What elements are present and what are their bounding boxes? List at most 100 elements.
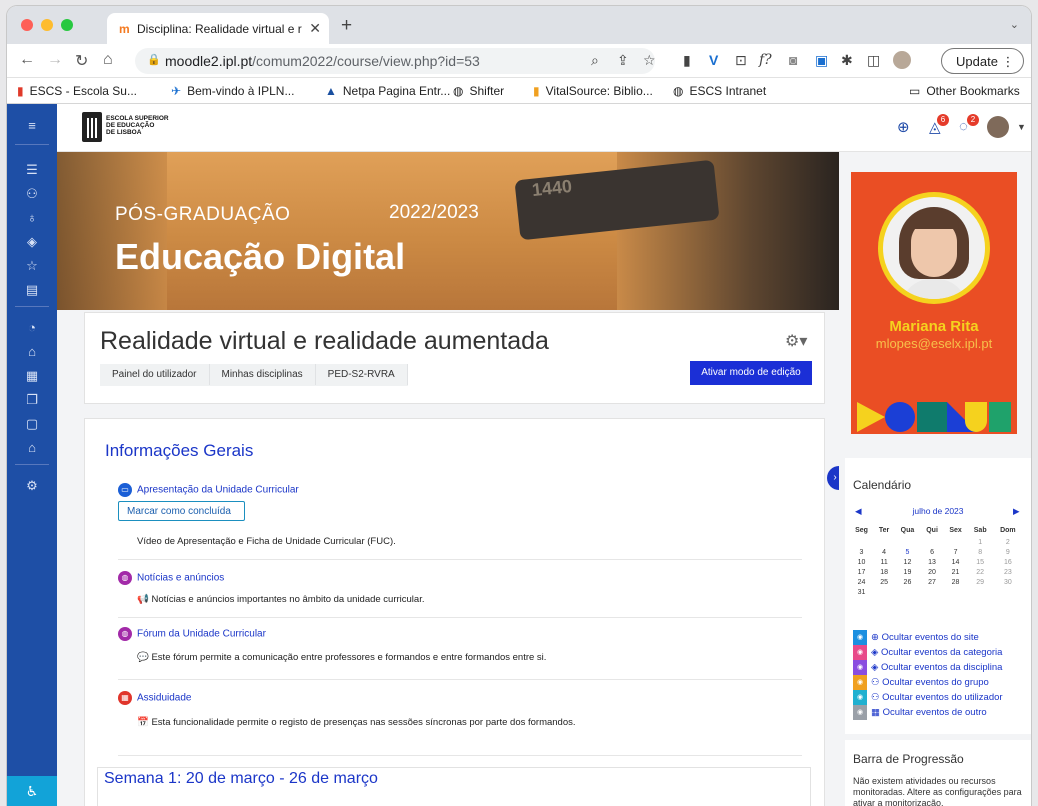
camera-icon[interactable]: ◙	[789, 52, 797, 68]
puzzle-icon[interactable]: ✱	[841, 52, 853, 69]
mark-complete-button[interactable]: Marcar como concluída	[118, 501, 245, 521]
calendar-day[interactable]: 27	[921, 577, 944, 587]
bookmark-item[interactable]: ▮ ESCS - Escola Su...	[17, 84, 137, 98]
calendar-day[interactable]: 12	[894, 557, 921, 567]
calendar-day[interactable]: 25	[874, 577, 894, 587]
edit-mode-button[interactable]: Ativar modo de edição	[690, 361, 812, 385]
calendar-day[interactable]: 23	[993, 567, 1023, 577]
activity-link[interactable]: ◍ Fórum da Unidade Curricular	[118, 627, 266, 641]
browser-tab[interactable]: m Disciplina: Realidade virtual e r ✕	[107, 13, 329, 44]
profile-avatar[interactable]	[893, 51, 911, 69]
calendar-day[interactable]: 13	[921, 557, 944, 567]
calendar-day[interactable]: 15	[968, 557, 993, 567]
language-globe-icon[interactable]: ⊕	[897, 118, 910, 136]
other-bookmarks[interactable]: ▭ Other Bookmarks	[909, 84, 1020, 98]
calendar-day[interactable]: 2	[993, 537, 1023, 547]
calendar-day[interactable]: 26	[894, 577, 921, 587]
gear-icon[interactable]: ⚙▾	[785, 331, 807, 351]
bookmark-item[interactable]: ◍ Shifter	[453, 84, 504, 98]
calendar-day[interactable]: 17	[849, 567, 874, 577]
bookmark-item[interactable]: ▲ Netpa Pagina Entr...	[325, 84, 450, 98]
calendar-day[interactable]: 18	[874, 567, 894, 577]
reload-icon[interactable]: ↻	[75, 51, 88, 71]
section-title[interactable]: Informações Gerais	[105, 441, 253, 461]
share-icon[interactable]: ⇪	[617, 52, 629, 69]
calendar-icon[interactable]: ▦	[7, 368, 57, 384]
calendar-day[interactable]: 22	[968, 567, 993, 577]
star-icon[interactable]: ☆	[643, 52, 656, 69]
dashboard-icon[interactable]: ◔	[7, 320, 57, 335]
settings-icon[interactable]: ⚙	[7, 478, 57, 494]
calendar-day[interactable]: 7	[943, 547, 967, 557]
calendar-day[interactable]: 14	[943, 557, 967, 567]
maximize-window-button[interactable]	[61, 19, 73, 31]
calendar-day[interactable]: 9	[993, 547, 1023, 557]
close-window-button[interactable]	[21, 19, 33, 31]
book-icon[interactable]: ▤	[7, 282, 57, 298]
calendar-day[interactable]: 4	[874, 547, 894, 557]
extension-frame-icon[interactable]: ⊡	[735, 52, 747, 69]
caret-down-icon[interactable]: ▼	[1017, 122, 1026, 132]
url-field[interactable]: 🔒 moodle2.ipl.pt/comum2022/course/view.p…	[135, 48, 655, 74]
graduation-icon[interactable]: ⌂	[7, 440, 57, 455]
calendar-day[interactable]: 24	[849, 577, 874, 587]
extension-formula-icon[interactable]: f?	[759, 52, 772, 68]
calendar-day[interactable]: 21	[943, 567, 967, 577]
next-month-icon[interactable]: ▶	[1013, 506, 1020, 517]
users-icon[interactable]: ⚇	[7, 186, 57, 202]
hide-course-events-link[interactable]: ◉ ◈ Ocultar eventos da disciplina	[853, 660, 1002, 675]
accessibility-icon[interactable]: ♿	[7, 776, 57, 806]
calendar-day[interactable]: 20	[921, 567, 944, 577]
new-tab-button[interactable]: +	[341, 15, 352, 37]
hide-other-events-link[interactable]: ◉ ▦ Ocultar eventos de outro	[853, 705, 987, 720]
calendar-day[interactable]: 16	[993, 557, 1023, 567]
week-title[interactable]: Semana 1: 20 de março - 26 de março	[104, 770, 378, 788]
hide-category-events-link[interactable]: ◉ ◈ Ocultar eventos da categoria	[853, 645, 1002, 660]
user-avatar[interactable]	[987, 116, 1009, 138]
breadcrumb-item[interactable]: Minhas disciplinas	[210, 364, 316, 385]
calendar-month[interactable]: julho de 2023	[845, 506, 1031, 516]
breadcrumb-item[interactable]: PED-S2-RVRA	[316, 364, 408, 385]
calendar-day[interactable]: 3	[849, 547, 874, 557]
activity-link[interactable]: ▭ Apresentação da Unidade Curricular	[118, 483, 299, 497]
breadcrumb-item[interactable]: Painel do utilizador	[100, 364, 210, 385]
bookmark-item[interactable]: ◍ ESCS Intranet	[673, 84, 766, 98]
calendar-day[interactable]: 6	[921, 547, 944, 557]
back-arrow-icon[interactable]: ←	[19, 51, 35, 69]
hide-group-events-link[interactable]: ◉ ⚇ Ocultar eventos do grupo	[853, 675, 989, 690]
files-icon[interactable]: ❐	[7, 392, 57, 408]
bookmark-item[interactable]: ✈ Bem-vindo à IPLN...	[171, 84, 294, 98]
bookmark-item[interactable]: ▮ VitalSource: Biblio...	[533, 84, 653, 98]
sidepanel-icon[interactable]: ◫	[867, 52, 880, 69]
extension-blue-icon[interactable]: ▣	[815, 52, 828, 69]
close-tab-icon[interactable]: ✕	[309, 20, 321, 37]
calendar-day[interactable]: 1	[968, 537, 993, 547]
menu-icon[interactable]: ≡	[7, 118, 57, 133]
zoom-icon[interactable]: ⌕	[591, 52, 599, 69]
star-icon[interactable]: ☆	[7, 258, 57, 274]
layers-icon[interactable]: ◈	[7, 234, 57, 250]
forward-arrow-icon[interactable]: →	[47, 51, 63, 69]
badge-icon[interactable]: ♁	[7, 210, 57, 225]
extension-v-icon[interactable]: V	[709, 52, 718, 68]
extension-bars-icon[interactable]: ▮	[683, 52, 691, 69]
calendar-day[interactable]: 8	[968, 547, 993, 557]
calendar-day[interactable]: 29	[968, 577, 993, 587]
school-logo[interactable]: ESCOLA SUPERIOR DE EDUCAÇÃO DE LISBOA	[82, 112, 182, 144]
activity-link[interactable]: ▦ Assiduidade	[118, 691, 191, 705]
clipboard-icon[interactable]: ▢	[7, 416, 57, 432]
calendar-day[interactable]: 10	[849, 557, 874, 567]
calendar-day[interactable]: 30	[993, 577, 1023, 587]
activity-link[interactable]: ◍ Notícias e anúncios	[118, 571, 224, 585]
calendar-day[interactable]: 11	[874, 557, 894, 567]
update-button[interactable]: Update ⋮	[941, 48, 1024, 74]
home-icon[interactable]: ⌂	[103, 51, 113, 69]
list-icon[interactable]: ☰	[7, 162, 57, 178]
calendar-day[interactable]: 28	[943, 577, 967, 587]
calendar-day[interactable]: 31	[849, 587, 874, 597]
calendar-day[interactable]: 19	[894, 567, 921, 577]
home-icon[interactable]: ⌂	[7, 344, 57, 359]
hide-site-events-link[interactable]: ◉ ⊕ Ocultar eventos do site	[853, 630, 979, 645]
chevron-down-icon[interactable]: ⌄	[1010, 18, 1019, 31]
hide-user-events-link[interactable]: ◉ ⚇ Ocultar eventos do utilizador	[853, 690, 1003, 705]
